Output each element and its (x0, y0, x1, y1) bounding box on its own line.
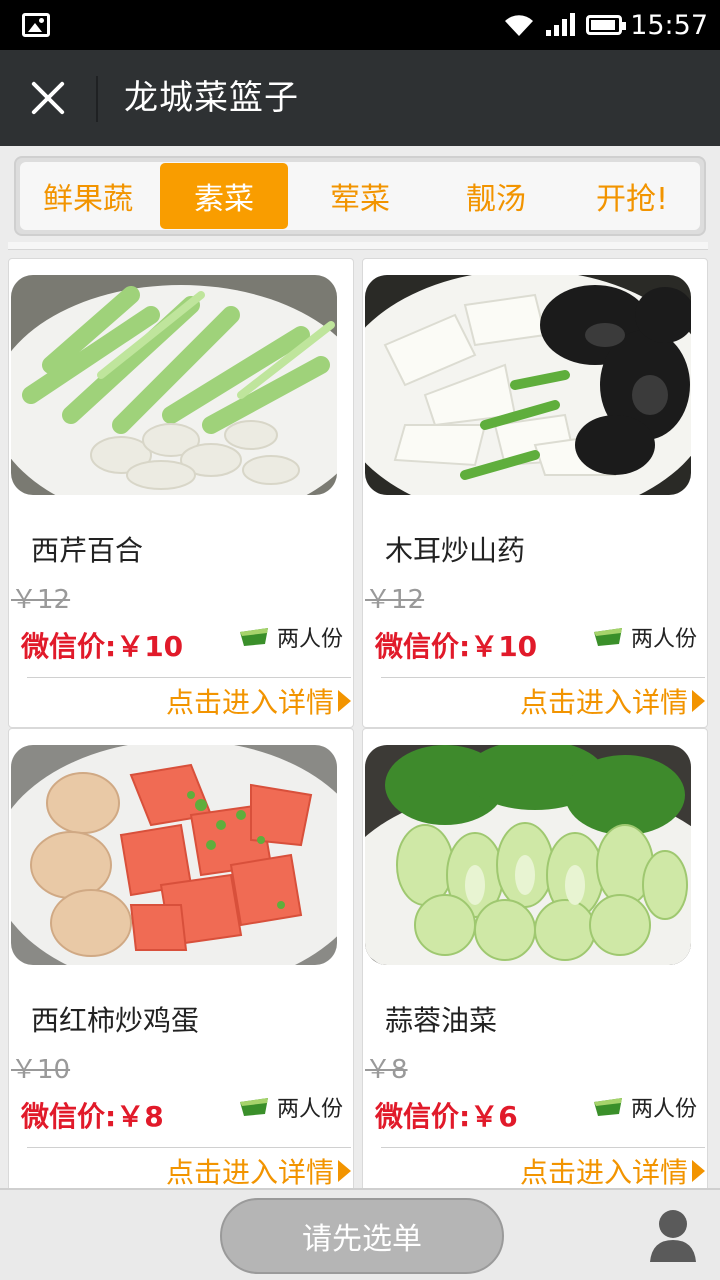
card-divider (381, 1147, 705, 1148)
battery-icon (586, 15, 627, 35)
title-divider (96, 76, 98, 122)
close-icon[interactable] (28, 78, 68, 118)
original-price: ￥12 (11, 585, 71, 615)
product-name: 西芹百合 (31, 534, 144, 567)
product-card[interactable]: 西红柿炒鸡蛋 ￥10 微信价:￥8 两人份 点击进入详情 (8, 728, 354, 1198)
product-name: 西红柿炒鸡蛋 (31, 1004, 200, 1037)
arrow-right-icon (338, 690, 351, 712)
serving-size: 两人份 (239, 621, 343, 653)
select-order-button[interactable]: 请先选单 (220, 1198, 504, 1274)
page-title: 龙城菜篮子 (124, 78, 299, 118)
view-details-link[interactable]: 点击进入详情 (520, 681, 705, 721)
view-details-link[interactable]: 点击进入详情 (166, 1151, 351, 1191)
serving-label: 两人份 (630, 1097, 697, 1122)
basket-icon (593, 628, 622, 646)
wechat-price: 微信价:￥10 (375, 630, 538, 663)
title-bar: 龙城菜篮子 (0, 50, 720, 146)
bottom-bar: 请先选单 (0, 1188, 720, 1280)
signal-icon (546, 13, 576, 36)
wechat-price: 微信价:￥10 (21, 630, 184, 663)
tab-meat[interactable]: 荤菜 (296, 163, 424, 229)
tab-fruits-vegetables[interactable]: 鲜果蔬 (24, 163, 152, 229)
product-name: 蒜蓉油菜 (385, 1004, 498, 1037)
status-icons: 15:57 (502, 0, 708, 50)
arrow-right-icon (692, 1160, 705, 1182)
product-card[interactable]: 木耳炒山药 ￥12 微信价:￥10 两人份 点击进入详情 (362, 258, 708, 728)
serving-size: 两人份 (593, 621, 697, 653)
product-card[interactable]: 蒜蓉油菜 ￥8 微信价:￥6 两人份 点击进入详情 (362, 728, 708, 1198)
card-divider (27, 677, 351, 678)
tab-vegetarian[interactable]: 素菜 (160, 163, 288, 229)
arrow-right-icon (692, 690, 705, 712)
view-details-label: 点击进入详情 (165, 1156, 334, 1189)
serving-label: 两人份 (276, 1097, 343, 1122)
view-details-label: 点击进入详情 (165, 686, 334, 719)
list-top-edge (8, 242, 708, 250)
original-price: ￥10 (11, 1055, 71, 1085)
user-profile-icon[interactable] (648, 1206, 698, 1264)
category-tabs: 鲜果蔬 素菜 荤菜 靓汤 开抢! (14, 156, 706, 236)
product-photo-tomato-egg[interactable] (11, 745, 337, 965)
original-price: ￥8 (365, 1055, 408, 1085)
view-details-label: 点击进入详情 (519, 686, 688, 719)
tab-soup[interactable]: 靓汤 (432, 163, 560, 229)
serving-size: 两人份 (593, 1091, 697, 1123)
product-name: 木耳炒山药 (385, 534, 526, 567)
basket-icon (239, 1098, 268, 1116)
wifi-icon (505, 15, 534, 37)
arrow-right-icon (338, 1160, 351, 1182)
product-photo-celery-lily[interactable] (11, 275, 337, 495)
serving-label: 两人份 (630, 627, 697, 652)
original-price: ￥12 (365, 585, 425, 615)
product-photo-fungus-yam[interactable] (365, 275, 691, 495)
basket-icon (239, 628, 268, 646)
product-card[interactable]: 西芹百合 ￥12 微信价:￥10 两人份 点击进入详情 (8, 258, 354, 728)
tab-flash-sale[interactable]: 开抢! (568, 163, 696, 229)
view-details-link[interactable]: 点击进入详情 (520, 1151, 705, 1191)
card-divider (381, 677, 705, 678)
serving-size: 两人份 (239, 1091, 343, 1123)
basket-icon (593, 1098, 622, 1116)
card-divider (27, 1147, 351, 1148)
product-photo-garlic-greens[interactable] (365, 745, 691, 965)
wechat-price: 微信价:￥8 (21, 1100, 164, 1133)
wechat-price: 微信价:￥6 (375, 1100, 518, 1133)
view-details-label: 点击进入详情 (519, 1156, 688, 1189)
serving-label: 两人份 (276, 627, 343, 652)
status-bar: 15:57 (0, 0, 720, 50)
view-details-link[interactable]: 点击进入详情 (166, 681, 351, 721)
image-notification-icon (22, 13, 50, 37)
clock: 15:57 (630, 9, 708, 41)
